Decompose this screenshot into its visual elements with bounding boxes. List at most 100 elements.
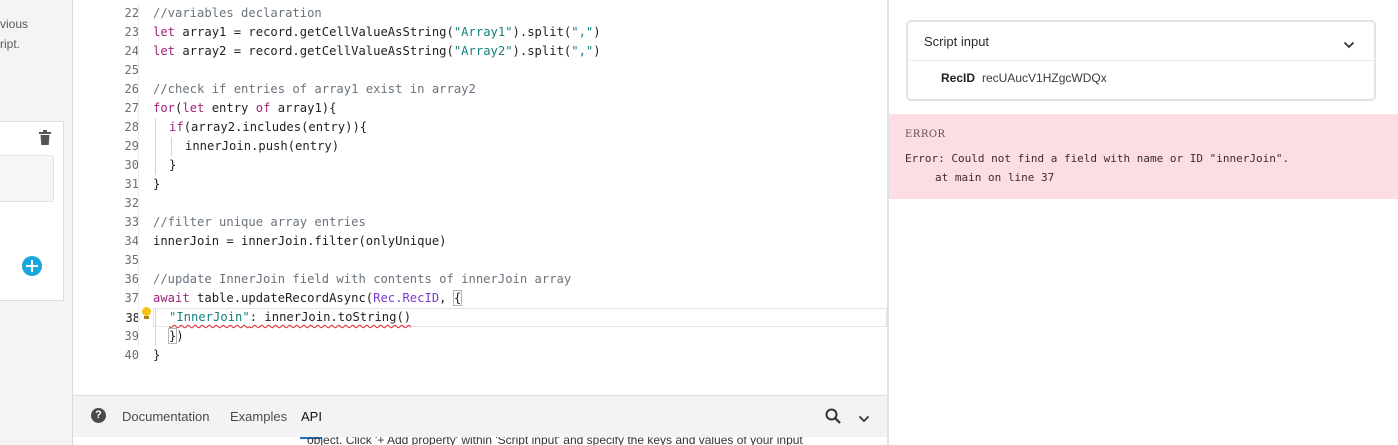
code-text: //check if entries of array1 exist in ar… [153, 80, 476, 99]
code-line[interactable]: 33 //filter unique array entries [73, 213, 886, 232]
input-key: RecID [941, 71, 976, 85]
search-icon[interactable] [825, 408, 841, 424]
code-token: //update InnerJoin field with contents o… [153, 272, 572, 286]
indent-guide [171, 137, 172, 156]
tab-documentation[interactable]: Documentation [122, 409, 209, 424]
script-input-header[interactable]: Script input [908, 22, 1374, 61]
code-line[interactable]: 38 "InnerJoin": innerJoin.toString() [126, 308, 887, 327]
code-line[interactable]: 26 //check if entries of array1 exist in … [73, 80, 886, 99]
code-token: let [153, 44, 176, 58]
line-number: 30 [124, 158, 139, 172]
code-token: array1 = record.getCellValueAsString( [175, 25, 454, 39]
error-output: ERROR Error: Could not find a field with… [889, 114, 1398, 199]
code-text: if(array2.includes(entry)){ [169, 118, 367, 137]
code-token: table.updateRecordAsync( [189, 291, 374, 305]
line-number: 27 [124, 101, 139, 115]
code-line[interactable]: 22 //variables declaration [73, 4, 886, 23]
code-text: //variables declaration [153, 4, 322, 23]
trash-icon[interactable] [38, 130, 52, 146]
docs-content: object. Click '+ Add property' within 'S… [73, 437, 887, 445]
code-token: let [182, 101, 205, 115]
input-value-field[interactable] [0, 155, 54, 202]
code-line[interactable]: 39}) [73, 327, 886, 346]
code-token: let [153, 25, 176, 39]
code-token: { [452, 290, 463, 306]
indent-guide [155, 118, 156, 137]
lightbulb-icon[interactable] [142, 307, 151, 319]
line-number: 39 [124, 329, 139, 343]
code-line[interactable]: 37 await table.updateRecordAsync(Rec.RecI… [73, 289, 886, 308]
code-token: ) [176, 329, 184, 343]
line-number: 40 [124, 348, 139, 362]
code-token: (array2.includes(entry)){ [183, 120, 368, 134]
code-token: array1){ [270, 101, 337, 115]
line-number: 24 [124, 44, 139, 58]
code-text: let array1 = record.getCellValueAsString… [153, 23, 601, 42]
line-number: 29 [124, 139, 139, 153]
code-token: innerJoin.push(entry) [185, 139, 340, 153]
line-number: 23 [124, 25, 139, 39]
code-token: } [169, 158, 177, 172]
tab-api[interactable]: API [301, 409, 322, 424]
code-token: ).split( [512, 25, 572, 39]
code-token: entry [204, 101, 256, 115]
indent-guide [155, 156, 156, 175]
line-number: 33 [124, 215, 139, 229]
code-token: : innerJoin.toString() [249, 310, 412, 324]
code-token: await [153, 291, 190, 305]
line-number: 31 [124, 177, 139, 191]
error-trace: at main on line 37 [935, 171, 1055, 184]
code-editor[interactable]: 22 //variables declaration 23 let array1 = … [73, 0, 961, 395]
chevron-down-icon[interactable] [1343, 36, 1355, 49]
code-line[interactable]: 28 if(array2.includes(entry)){ [73, 118, 886, 137]
code-text: for(let entry of array1){ [153, 99, 336, 118]
docs-bar: ? Documentation Examples API [73, 395, 887, 438]
code-token: } [153, 348, 161, 362]
code-line[interactable]: 34 innerJoin = innerJoin.filter(onlyUniqu… [73, 232, 886, 251]
code-token: innerJoin = innerJoin.filter(onlyUnique) [153, 234, 447, 248]
code-text: innerJoin = innerJoin.filter(onlyUnique) [153, 232, 447, 251]
docs-text: object. Click '+ Add property' within 'S… [307, 437, 803, 445]
code-line[interactable]: 32 [73, 194, 886, 213]
output-panel: Script input RecID recUAucV1HZgcWDQx ERR… [889, 0, 1398, 445]
code-token: //filter unique array entries [153, 215, 366, 229]
code-text: let array2 = record.getCellValueAsString… [153, 42, 601, 61]
code-line[interactable]: 27 for(let entry of array1){ [73, 99, 886, 118]
code-text: innerJoin.push(entry) [185, 137, 339, 156]
code-token: Rec.RecID [373, 291, 440, 305]
code-text: } [153, 346, 160, 365]
add-circle-icon[interactable] [22, 256, 42, 276]
code-token: if [169, 120, 184, 134]
description-line: vious [0, 17, 29, 31]
tab-examples[interactable]: Examples [230, 409, 287, 424]
code-token: "," [571, 25, 594, 39]
code-line[interactable]: 35 [73, 251, 886, 270]
code-line[interactable]: 29 innerJoin.push(entry) [73, 137, 886, 156]
line-number: 36 [124, 272, 139, 286]
code-text: }) [167, 327, 184, 346]
code-token: of [255, 101, 271, 115]
help-icon[interactable]: ? [91, 408, 106, 423]
indent-guide [155, 137, 156, 156]
code-token: ).split( [512, 44, 572, 58]
code-token: //check if entries of array1 exist in ar… [153, 82, 476, 96]
description-line: ript. [0, 37, 21, 51]
code-line[interactable]: 25 [73, 61, 886, 80]
code-line[interactable]: 31} [73, 175, 886, 194]
code-line[interactable]: 30} [73, 156, 886, 175]
code-line[interactable]: 23 let array1 = record.getCellValueAsStri… [73, 23, 886, 42]
code-line[interactable]: 40} [73, 346, 886, 365]
error-label: ERROR [905, 129, 946, 140]
step-description: vious ript. [0, 14, 28, 54]
input-value: recUAucV1HZgcWDQx [982, 71, 1107, 85]
code-line[interactable]: 36 //update InnerJoin field with contents… [73, 270, 886, 289]
script-input-title: Script input [924, 34, 990, 49]
line-number: 37 [124, 291, 139, 305]
code-token: ) [593, 25, 601, 39]
line-number: 34 [124, 234, 139, 248]
line-number: 28 [124, 120, 139, 134]
code-text: "InnerJoin": innerJoin.toString() [169, 308, 411, 327]
chevron-down-icon[interactable] [858, 410, 870, 423]
code-line[interactable]: 24 let array2 = record.getCellValueAsStri… [73, 42, 886, 61]
code-token: "Array1" [453, 25, 513, 39]
